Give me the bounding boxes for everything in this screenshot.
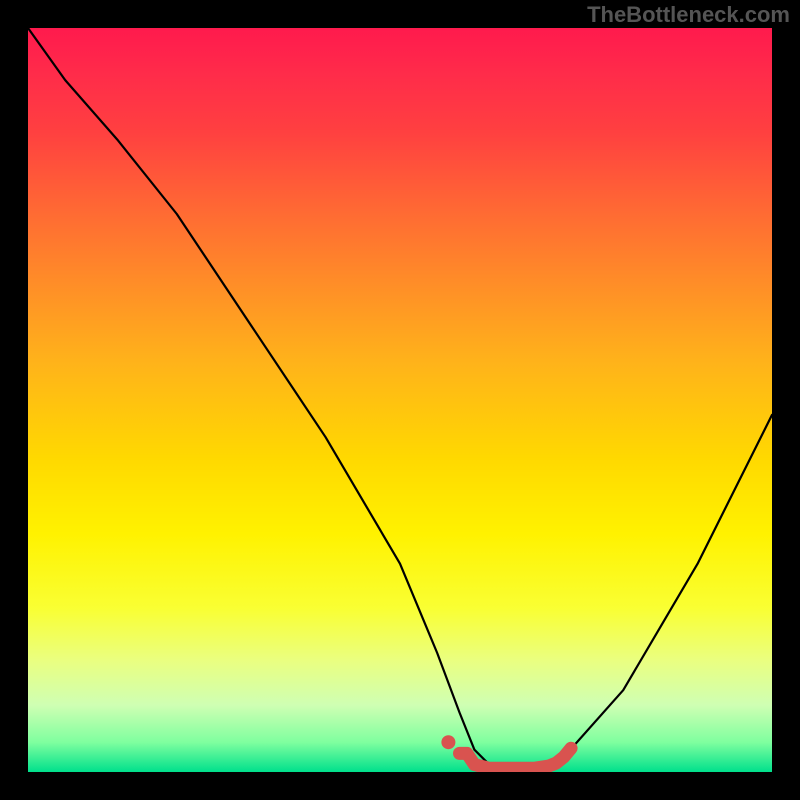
chart-plot-area xyxy=(28,28,772,772)
watermark-text: TheBottleneck.com xyxy=(587,2,790,28)
bottleneck-curve-line xyxy=(28,28,772,768)
highlight-dot xyxy=(441,735,455,749)
chart-svg xyxy=(28,28,772,772)
